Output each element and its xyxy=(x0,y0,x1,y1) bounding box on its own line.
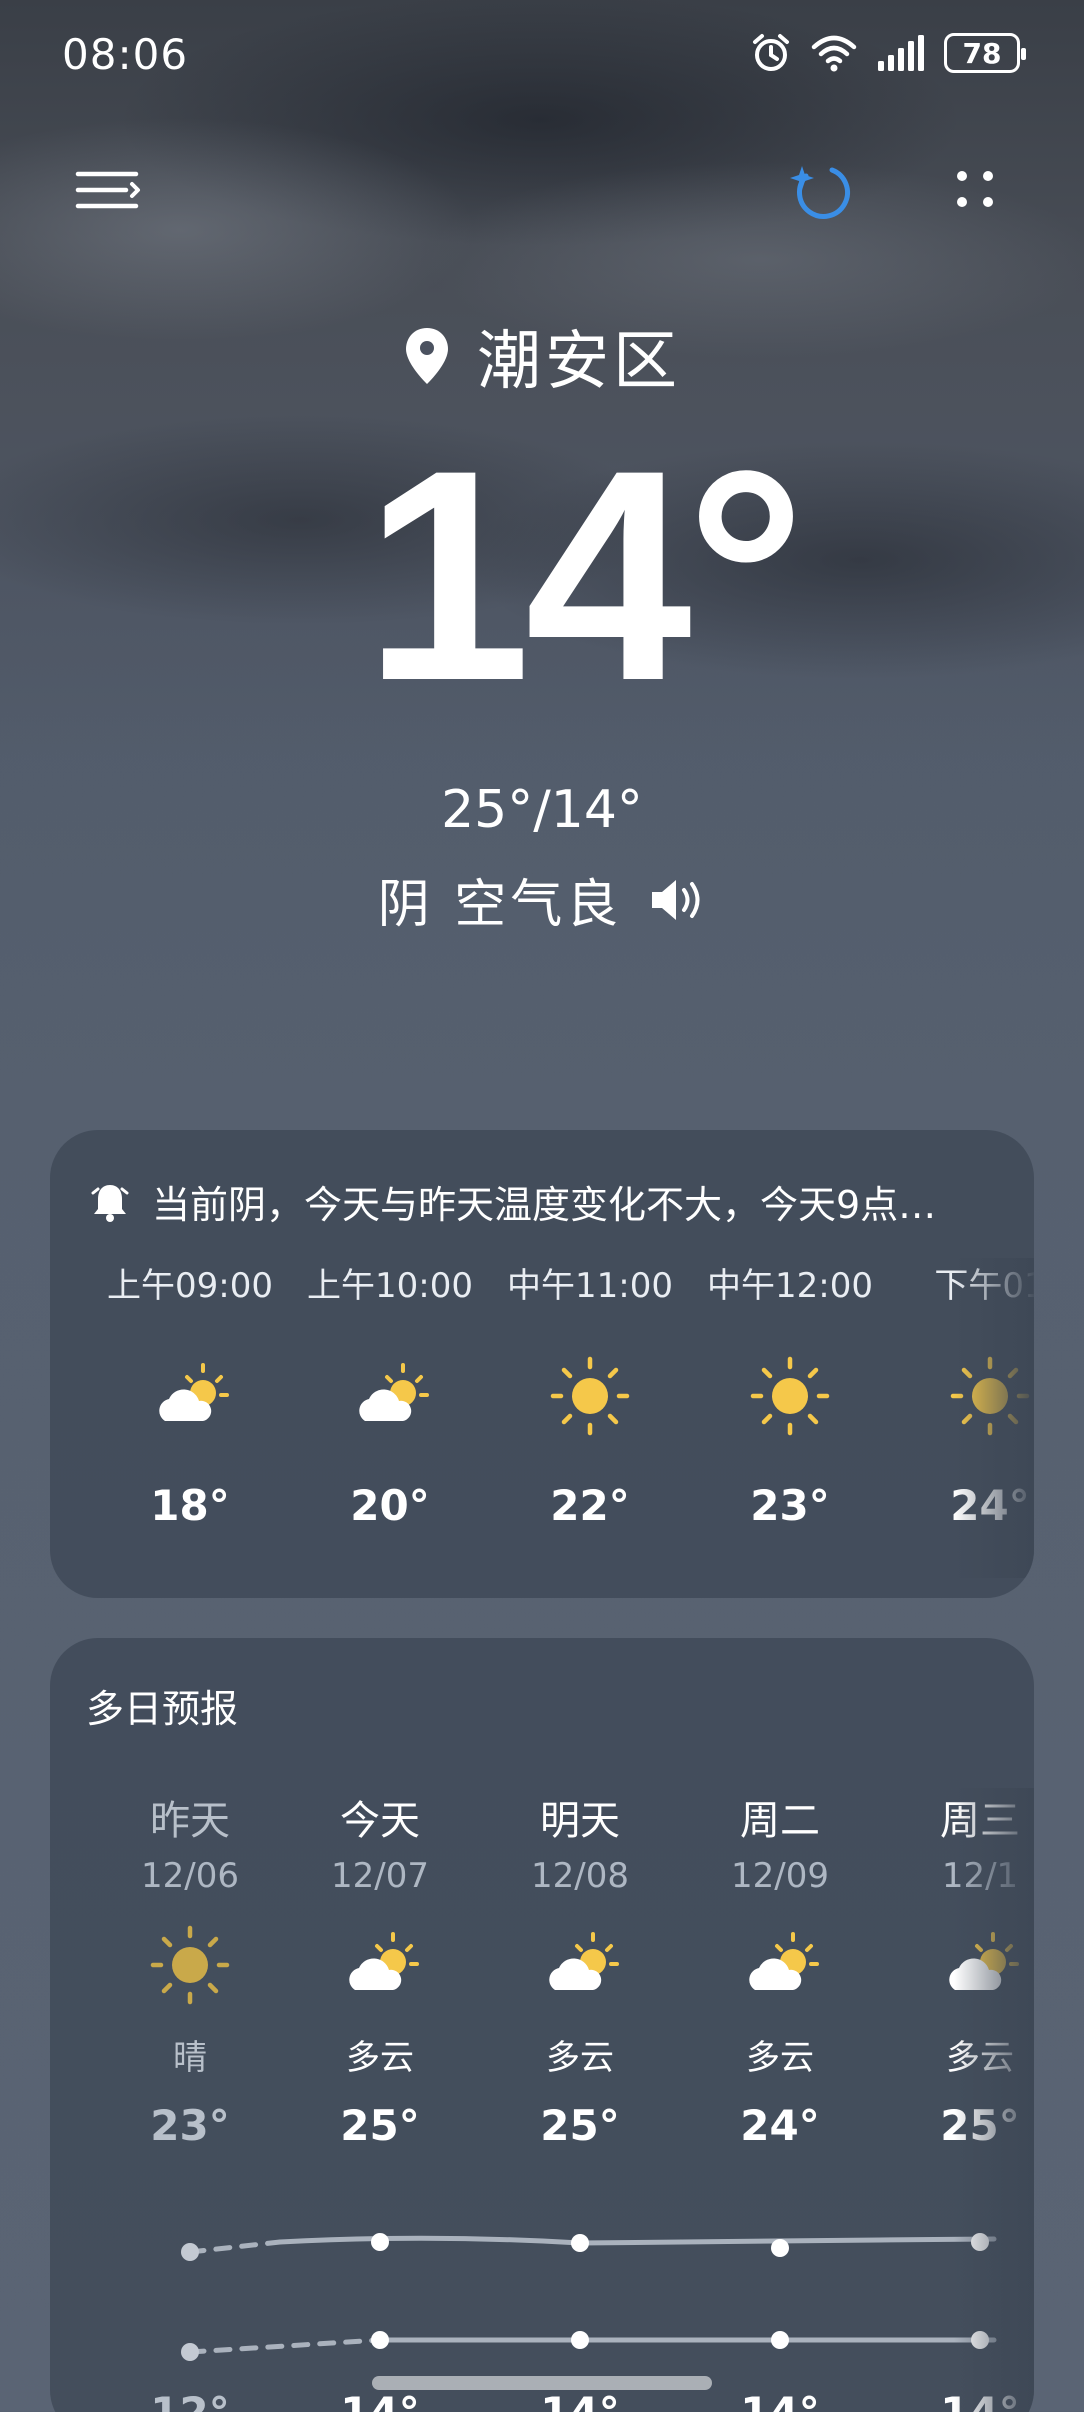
sunny-icon xyxy=(750,1356,830,1436)
speaker-icon[interactable] xyxy=(648,876,706,924)
partly-cloudy-icon xyxy=(749,1932,819,1990)
daily-forecast-card[interactable]: 多日预报 昨天 12/06 晴 23° 今天 12/07 多云 25° 明天 1… xyxy=(50,1638,1034,2412)
day-condition: 多云 xyxy=(346,2038,414,2078)
today-temp-range: 25°/14° xyxy=(441,780,643,840)
day-high: 25° xyxy=(340,2101,420,2150)
day-name: 周二 xyxy=(740,1798,820,1844)
alert-text: 当前阴，今天与昨天温度变化不大，今天9点… xyxy=(152,1183,937,1227)
hourly-list[interactable]: 上午09:00 18° 上午10:00 20° 中午11:00 22° 中午12… xyxy=(90,1258,1034,1578)
partly-cloudy-icon xyxy=(359,1363,429,1421)
partly-cloudy-icon xyxy=(549,1932,619,1990)
scroll-fade xyxy=(954,1258,1034,1578)
more-options-button[interactable] xyxy=(930,150,1020,230)
partly-cloudy-icon xyxy=(349,1932,419,1990)
signal-icon xyxy=(878,35,924,71)
wifi-icon xyxy=(811,35,857,72)
day-name: 今天 xyxy=(340,1798,420,1844)
scroll-fade xyxy=(954,1788,1034,2412)
hourly-forecast-card[interactable]: 当前阴，今天与昨天温度变化不大，今天9点… 上午09:00 18° 上午10:0… xyxy=(50,1130,1034,1598)
day-condition: 多云 xyxy=(546,2038,614,2078)
day-low: 14° xyxy=(480,2388,680,2412)
current-condition-row: 阴 空气良 xyxy=(0,862,1084,937)
sunny-icon xyxy=(150,1925,230,2005)
bell-icon xyxy=(91,1184,129,1222)
current-temperature: 14° xyxy=(364,407,806,743)
hour-temp: 18° xyxy=(150,1481,230,1530)
status-bar: 08:06 78 xyxy=(0,28,1084,84)
day-date: 12/08 xyxy=(531,1856,629,1896)
hour-item: 中午11:00 22° xyxy=(490,1258,690,1530)
current-condition: 阴 空气良 xyxy=(377,875,623,935)
day-item[interactable]: 周二 12/09 多云 24° 14° xyxy=(680,1788,880,2412)
location-pin-icon xyxy=(406,328,448,384)
hour-time: 上午09:00 xyxy=(107,1266,273,1306)
partly-cloudy-icon xyxy=(159,1363,229,1421)
more-dots-icon xyxy=(957,171,993,207)
day-high: 25° xyxy=(540,2101,620,2150)
day-name: 明天 xyxy=(540,1798,620,1844)
location-name: 潮安区 xyxy=(477,325,681,399)
day-high: 24° xyxy=(740,2101,820,2150)
hour-temp: 22° xyxy=(550,1481,630,1530)
hour-time: 上午10:00 xyxy=(307,1266,473,1306)
home-indicator[interactable] xyxy=(372,2376,712,2390)
hour-item: 中午12:00 23° xyxy=(690,1258,890,1530)
sunny-icon xyxy=(550,1356,630,1436)
day-item[interactable]: 今天 12/07 多云 25° 14° xyxy=(280,1788,480,2412)
hour-time: 中午12:00 xyxy=(707,1266,873,1306)
hour-item: 上午09:00 18° xyxy=(90,1258,290,1530)
day-name: 昨天 xyxy=(150,1798,230,1844)
location-header[interactable]: 潮安区 xyxy=(0,310,1084,402)
alarm-icon xyxy=(753,34,789,71)
battery-indicator: 78 xyxy=(944,33,1026,73)
day-low: 12° xyxy=(90,2388,290,2412)
status-time: 08:06 xyxy=(62,30,189,79)
day-condition: 晴 xyxy=(173,2038,207,2078)
hour-item: 上午10:00 20° xyxy=(290,1258,490,1530)
day-condition: 多云 xyxy=(746,2038,814,2078)
day-item[interactable]: 明天 12/08 多云 25° 14° xyxy=(480,1788,680,2412)
day-low: 14° xyxy=(680,2388,880,2412)
hour-temp: 20° xyxy=(350,1481,430,1530)
day-low: 14° xyxy=(280,2388,480,2412)
hour-temp: 23° xyxy=(750,1481,830,1530)
day-item[interactable]: 昨天 12/06 晴 23° 12° xyxy=(90,1788,290,2412)
day-date: 12/06 xyxy=(141,1856,239,1896)
hour-time: 中午11:00 xyxy=(507,1266,673,1306)
status-icons: 78 xyxy=(750,32,1026,74)
day-date: 12/09 xyxy=(731,1856,829,1896)
city-list-button[interactable] xyxy=(64,150,152,230)
refresh-sparkle-icon xyxy=(790,166,850,219)
daily-forecast-title: 多日预报 xyxy=(86,1687,239,1731)
day-high: 23° xyxy=(150,2101,230,2150)
day-date: 12/07 xyxy=(331,1856,429,1896)
daily-list[interactable]: 昨天 12/06 晴 23° 12° 今天 12/07 多云 25° 14° xyxy=(90,1788,1034,2412)
weather-alert[interactable]: 当前阴，今天与昨天温度变化不大，今天9点… xyxy=(90,1174,1020,1229)
refresh-button[interactable] xyxy=(770,150,866,230)
battery-level: 78 xyxy=(962,36,1002,70)
menu-icon xyxy=(75,171,140,209)
